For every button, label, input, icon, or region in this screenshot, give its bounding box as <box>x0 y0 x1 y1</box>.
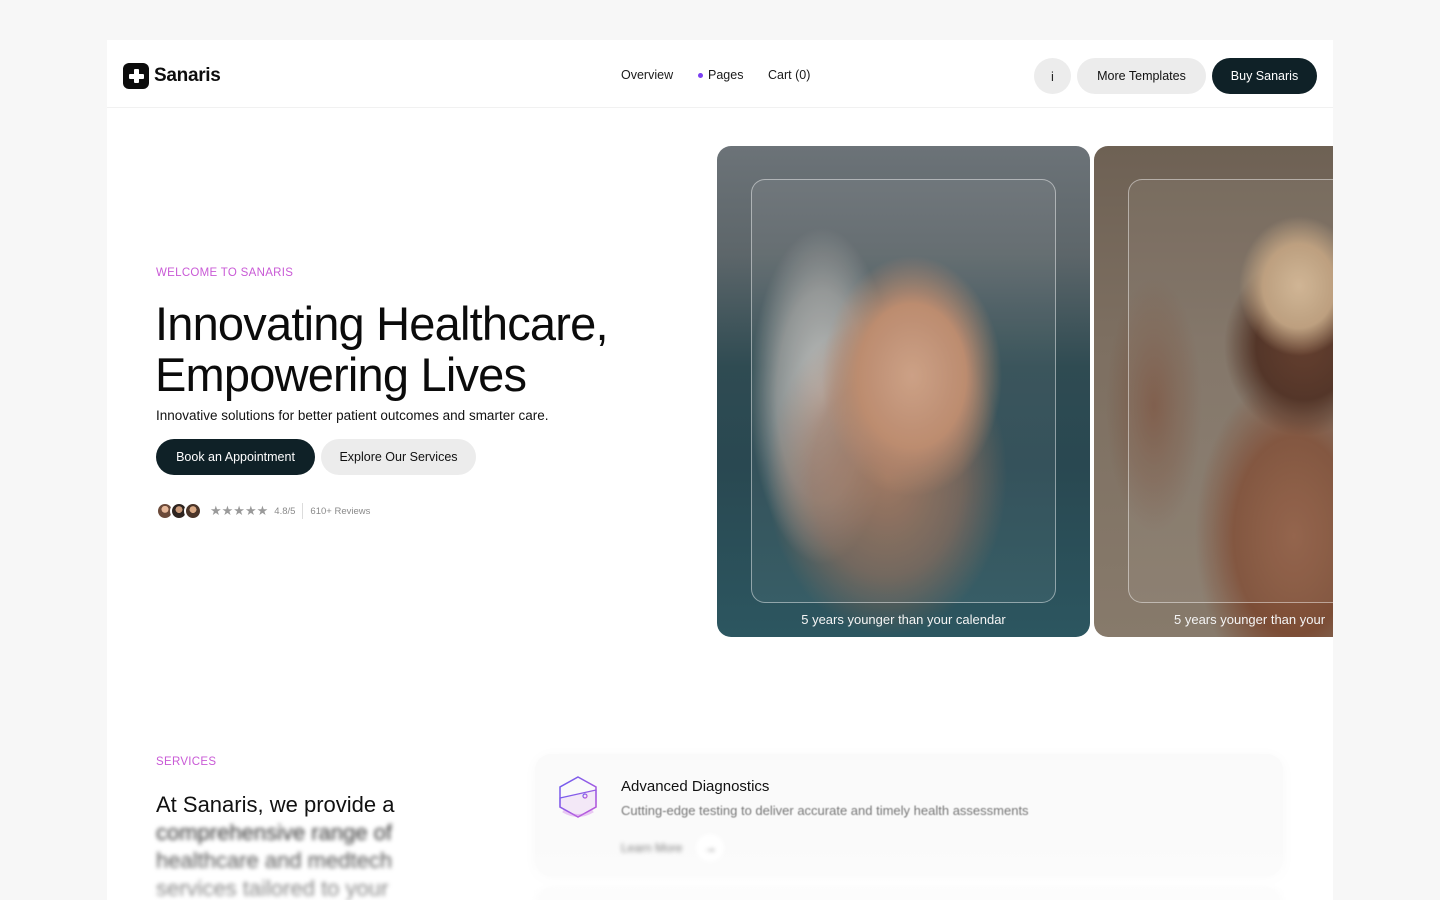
nav-link-cart[interactable]: Cart (0) <box>768 68 828 82</box>
avatar <box>184 502 202 520</box>
more-templates-button[interactable]: More Templates <box>1077 58 1206 94</box>
arrow-right-icon: → <box>696 834 725 862</box>
learn-more-label: Learn More <box>621 841 683 855</box>
review-count: 610+ Reviews <box>310 505 371 517</box>
page-frame: Sanaris Overview Pages Cart (0) i More T… <box>107 40 1333 900</box>
service-card[interactable]: Advanced Diagnostics Cutting-edge testin… <box>535 754 1283 876</box>
divider <box>302 503 304 519</box>
buy-button[interactable]: Buy Sanaris <box>1212 58 1317 94</box>
hero-title-line-2: Empowering Lives <box>155 348 527 401</box>
explore-services-button[interactable]: Explore Our Services <box>321 439 476 475</box>
book-appointment-button[interactable]: Book an Appointment <box>156 439 315 475</box>
card-caption: 5 years younger than your calendar <box>801 612 1006 627</box>
reviews-summary: ★★★★★ 4.8/5 610+ Reviews <box>156 501 370 521</box>
nav-link-pages[interactable]: Pages <box>698 68 758 82</box>
top-nav: Sanaris Overview Pages Cart (0) i More T… <box>107 40 1333 108</box>
services-eyebrow: SERVICES <box>156 756 217 768</box>
card-caption: 5 years younger than your <box>1174 612 1326 627</box>
star-rating-icon: ★★★★★ <box>210 503 269 518</box>
hero-image-card: 5 years younger than your <box>1094 146 1333 637</box>
medical-cross-icon <box>123 63 149 89</box>
learn-more-link[interactable]: Learn More → <box>621 834 725 862</box>
hero-title: Innovating Healthcare, Empowering Lives <box>155 298 715 400</box>
rating-value: 4.8/5 <box>274 505 296 517</box>
hero-image-card: 5 years younger than your calendar <box>717 146 1090 637</box>
service-description: Cutting-edge testing to deliver accurate… <box>621 803 1029 818</box>
hero-eyebrow: WELCOME TO SANARIS <box>156 267 294 279</box>
hero-subtitle: Innovative solutions for better patient … <box>156 408 549 423</box>
services-title-visible: At Sanaris, we provide a <box>156 792 395 817</box>
card-frame <box>751 179 1056 603</box>
reviewer-avatars <box>156 502 202 520</box>
nav-link-overview[interactable]: Overview <box>621 68 691 82</box>
services-title: At Sanaris, we provide a comprehensive r… <box>156 791 456 900</box>
brand-logo[interactable]: Sanaris <box>123 63 221 89</box>
card-frame <box>1128 179 1333 603</box>
active-dot-icon <box>698 72 703 78</box>
service-title: Advanced Diagnostics <box>621 778 770 795</box>
service-card[interactable] <box>535 886 1283 900</box>
services-title-blurred: comprehensive range of healthcare and me… <box>156 820 393 900</box>
nav-link-pages-label: Pages <box>708 68 744 82</box>
hero-title-line-1: Innovating Healthcare, <box>155 297 609 350</box>
info-button[interactable]: i <box>1034 58 1071 94</box>
brand-name: Sanaris <box>154 65 221 86</box>
diagnostics-icon <box>559 776 597 818</box>
